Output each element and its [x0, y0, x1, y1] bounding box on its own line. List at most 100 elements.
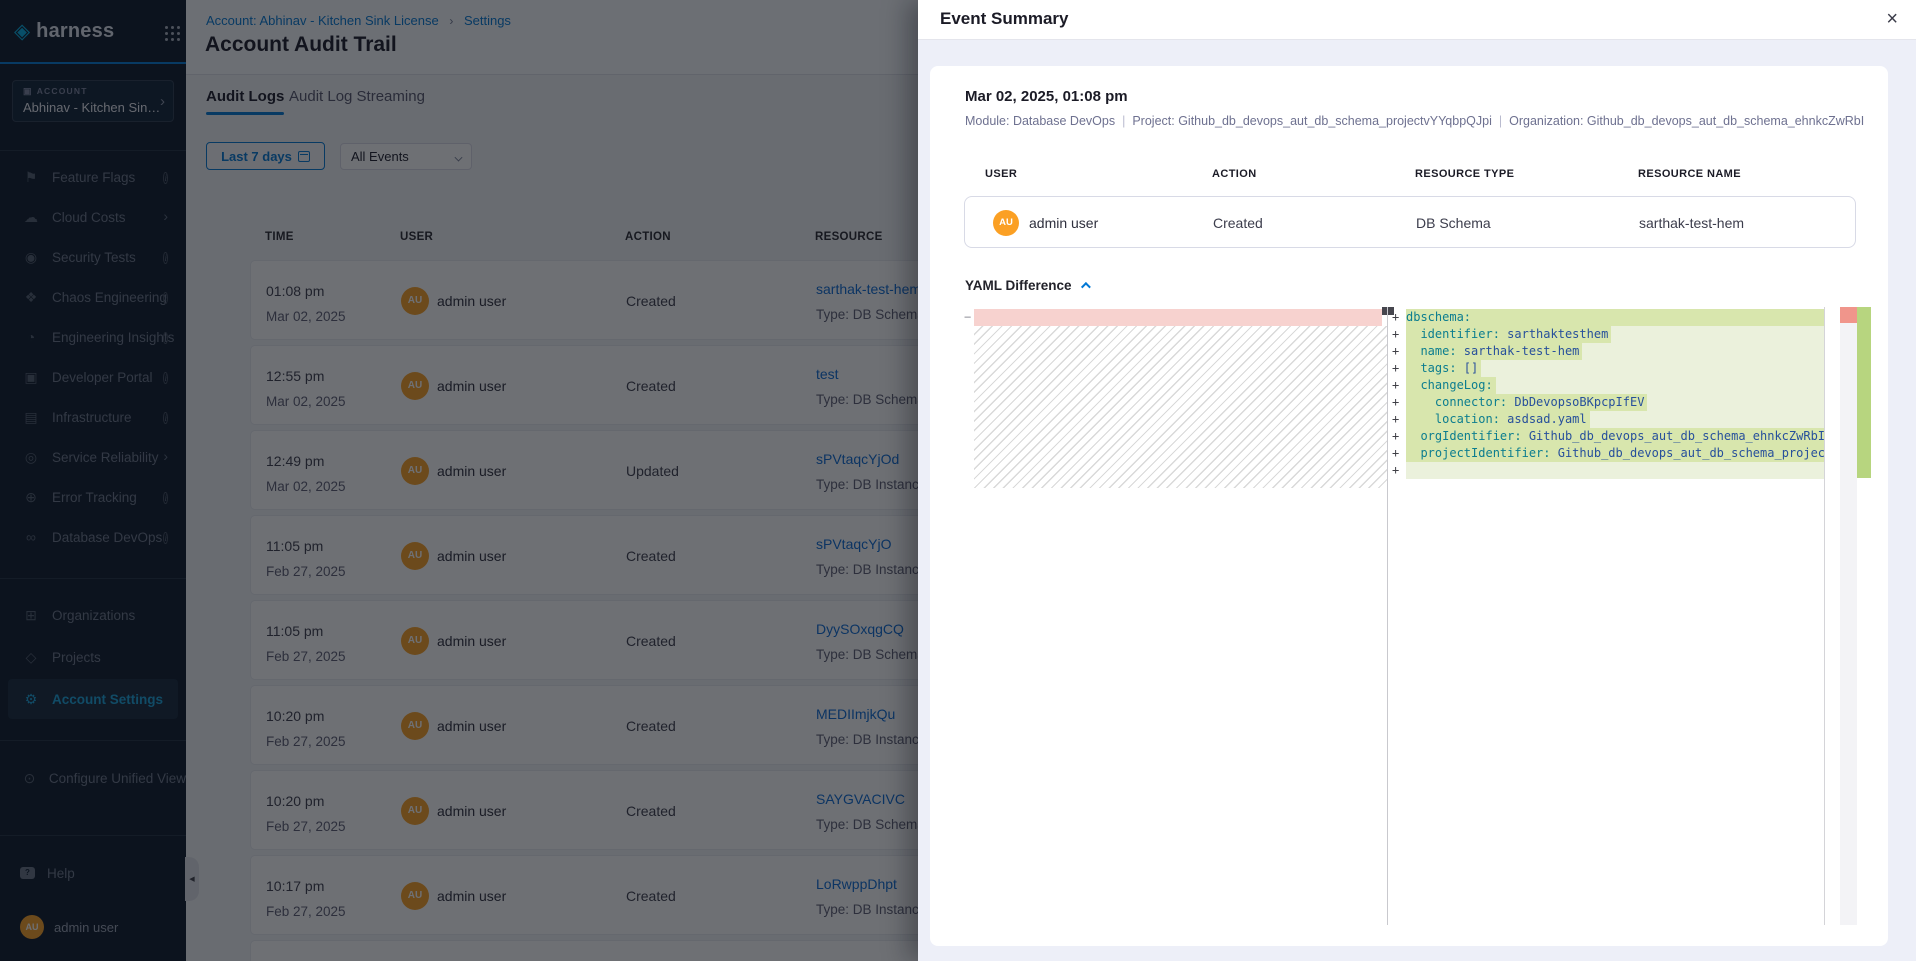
yaml-difference-toggle[interactable]: YAML Difference: [965, 278, 1088, 293]
sidebar-item-projects[interactable]: ◇Projects: [0, 637, 186, 677]
diff-added-gutter: +: [1388, 326, 1406, 343]
row-user: admin user: [437, 548, 506, 564]
app-root: ◈ harness ▣ACCOUNT Abhinav - Kitchen Sin…: [0, 0, 1916, 961]
row-resource-link[interactable]: MEDIImjkQu: [816, 706, 895, 722]
diff-removed-line: [974, 309, 1382, 326]
harness-logo[interactable]: ◈ harness: [14, 17, 172, 45]
organizations-icon: ⊞: [22, 607, 40, 624]
meta-separator: |: [1122, 114, 1125, 128]
diff-code: projectIdentifier: Github_db_devops_aut_…: [1406, 445, 1824, 462]
sidebar-item-label: Account Settings: [52, 692, 163, 707]
chevron-up-icon: [1081, 282, 1091, 292]
sidebar: ◈ harness ▣ACCOUNT Abhinav - Kitchen Sin…: [0, 0, 186, 961]
sidebar-item-account-settings[interactable]: ⚙Account Settings: [8, 679, 178, 719]
sidebar-item-label: Infrastructure: [52, 410, 132, 425]
row-date: Mar 02, 2025: [266, 479, 346, 494]
info-icon: i: [163, 288, 168, 306]
sidebar-item-security-tests[interactable]: ◉Security Testsi: [0, 237, 186, 277]
event-summary-drawer: Event Summary × Mar 02, 2025, 01:08 pm M…: [918, 0, 1916, 961]
row-action: Created: [626, 633, 676, 649]
sidebar-item-help[interactable]: ? Help: [0, 853, 186, 893]
sidebar-item-label: Feature Flags: [52, 170, 135, 185]
sidebar-item-label: Error Tracking: [52, 490, 137, 505]
help-bubble-icon: ?: [20, 867, 35, 879]
info-icon: i: [163, 168, 168, 186]
avatar: AU: [401, 457, 429, 485]
breadcrumb-account-link[interactable]: Account: Abhinav - Kitchen Sink License: [206, 13, 439, 28]
sidebar-item-service-reliability[interactable]: ◎Service Reliability›: [0, 437, 186, 477]
drawer-column-resource-name: RESOURCE NAME: [1638, 168, 1741, 180]
row-resource-link[interactable]: test: [816, 366, 839, 382]
row-time: 10:17 pm: [266, 878, 324, 894]
row-resource-link[interactable]: sPVtaqcYjOd: [816, 451, 899, 467]
active-tab-underline: [206, 112, 284, 115]
event-filter-select[interactable]: All Events: [340, 143, 472, 170]
row-action: Created: [626, 803, 676, 819]
account-selector[interactable]: ▣ACCOUNT Abhinav - Kitchen Sin… ›: [12, 80, 174, 122]
sidebar-item-developer-portal[interactable]: ▣Developer Portali: [0, 357, 186, 397]
row-date: Feb 27, 2025: [266, 734, 346, 749]
tab-audit-log-streaming[interactable]: Audit Log Streaming: [289, 88, 425, 105]
diff-added-gutter: +: [1388, 428, 1406, 445]
row-user: admin user: [437, 378, 506, 394]
info-icon: i: [163, 408, 168, 426]
diff-added-line: + changeLog:: [1388, 377, 1824, 394]
avatar: AU: [401, 882, 429, 910]
diff-added-line: + orgIdentifier: Github_db_devops_aut_db…: [1388, 428, 1824, 445]
chevron-right-icon: ›: [160, 93, 165, 110]
tab-audit-logs[interactable]: Audit Logs: [206, 88, 284, 105]
sidebar-item-chaos-engineering[interactable]: ❖Chaos Engineeringi: [0, 277, 186, 317]
sidebar-collapse-handle[interactable]: ◀: [185, 857, 199, 901]
yaml-diff-viewer[interactable]: − +dbschema:+ identifier: sarthaktesthem…: [964, 307, 1872, 925]
diff-added-gutter: +: [1388, 445, 1406, 462]
portal-icon: ▣: [22, 369, 40, 386]
sidebar-item-engineering-insights[interactable]: ◔Engineering Insightsi: [0, 317, 186, 357]
sidebar-item-infrastructure[interactable]: ▤Infrastructurei: [0, 397, 186, 437]
diff-added-gutter: +: [1388, 411, 1406, 428]
row-resource-link[interactable]: SAYGVACIVC: [816, 791, 905, 807]
close-icon[interactable]: ×: [1886, 6, 1898, 32]
sidebar-item-organizations[interactable]: ⊞ Organizations: [0, 595, 186, 635]
chevron-down-icon: [455, 154, 463, 162]
diff-added-line: + identifier: sarthaktesthem: [1388, 326, 1824, 343]
row-resource-link[interactable]: LoRwppDhpt: [816, 876, 897, 892]
row-date: Feb 27, 2025: [266, 564, 346, 579]
sidebar-item-cloud-costs[interactable]: ☁Cloud Costs›: [0, 197, 186, 237]
page-title: Account Audit Trail: [205, 33, 397, 57]
sidebar-user[interactable]: AU admin user: [0, 905, 186, 949]
cloud-icon: ☁: [22, 209, 40, 226]
event-action: Created: [1213, 215, 1263, 231]
diff-added-gutter: +: [1388, 360, 1406, 377]
row-action: Created: [626, 548, 676, 564]
breadcrumb-settings-link[interactable]: Settings: [464, 13, 511, 28]
row-resource-link[interactable]: DyySOxqgCQ: [816, 621, 904, 637]
column-header-time: TIME: [265, 231, 294, 243]
sidebar-item-feature-flags[interactable]: ⚑Feature Flagsi: [0, 157, 186, 197]
drawer-column-resource-type: RESOURCE TYPE: [1415, 168, 1514, 180]
row-resource-link[interactable]: sarthak-test-hem: [816, 281, 921, 297]
row-action: Created: [626, 888, 676, 904]
breadcrumb-separator: ›: [449, 14, 453, 28]
projects-icon: ◇: [22, 649, 40, 666]
row-time: 12:49 pm: [266, 453, 324, 469]
diff-code: name: sarthak-test-hem: [1406, 343, 1824, 360]
sidebar-item-label: Cloud Costs: [52, 210, 126, 225]
avatar: AU: [401, 797, 429, 825]
diff-added-gutter: +: [1388, 462, 1406, 479]
app-grid-icon[interactable]: [165, 26, 168, 29]
event-meta: Module: Database DevOps|Project: Github_…: [965, 114, 1864, 128]
sidebar-item-database-devops[interactable]: ∞Database DevOpsi: [0, 517, 186, 557]
diff-scrollbar-track[interactable]: [1840, 307, 1857, 925]
event-meta-part: Project: Github_db_devops_aut_db_schema_…: [1132, 114, 1492, 128]
diff-code: tags: []: [1406, 360, 1824, 377]
insights-icon: ◔: [22, 329, 40, 345]
account-stack-icon: ▣: [23, 86, 33, 96]
sidebar-item-error-tracking[interactable]: ⊕Error Trackingi: [0, 477, 186, 517]
sidebar-item-label: Organizations: [52, 608, 135, 623]
row-resource-type: Type: DB Instance: [816, 477, 926, 492]
sidebar-item-configure-unified-view[interactable]: ⊙Configure Unified View: [0, 758, 186, 798]
date-range-button[interactable]: Last 7 days: [206, 142, 325, 170]
row-resource-link[interactable]: sPVtaqcYjO: [816, 536, 891, 552]
avatar: AU: [401, 627, 429, 655]
sidebar-divider: [0, 835, 186, 836]
